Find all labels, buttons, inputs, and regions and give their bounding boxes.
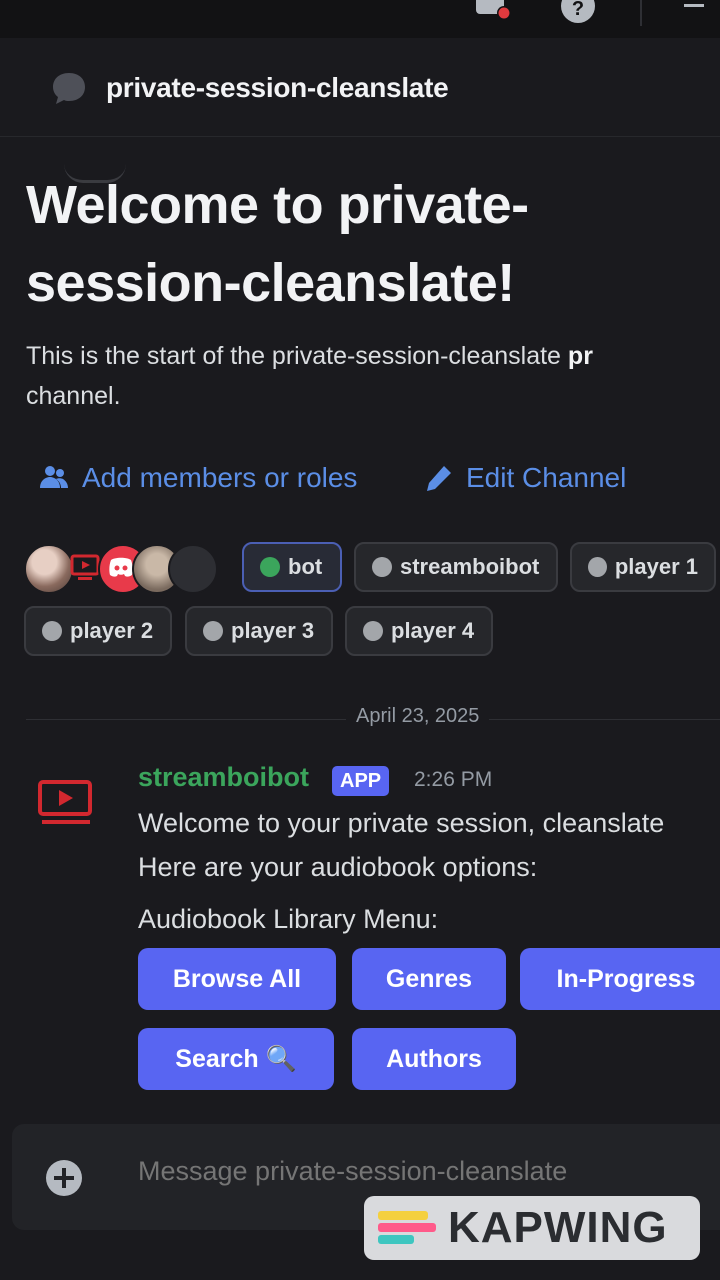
member-tag-streamboibot[interactable]: streamboibot [354,542,558,592]
member-tag-player-4[interactable]: player 4 [345,606,493,656]
edit-channel-button[interactable]: Edit Channel [424,458,626,498]
authors-button[interactable]: Authors [352,1028,516,1090]
browse-all-button[interactable]: Browse All [138,948,336,1010]
edit-channel-label: Edit Channel [466,462,627,493]
top-bar: ? [0,0,720,38]
avatar [24,544,74,594]
minimize-icon[interactable] [684,4,704,7]
desc-bold: pr [567,342,593,370]
message-line: Here are your audiobook options: [138,852,538,882]
status-dot [363,621,383,641]
member-tag-player-3[interactable]: player 3 [185,606,333,656]
member-tag-label: player 4 [391,618,475,643]
bot-avatar-icon[interactable] [36,778,96,828]
pencil-icon [427,466,451,491]
add-members-label: Add members or roles [82,462,358,493]
member-tag-label: player 1 [614,554,698,579]
message-author[interactable]: streamboibot [138,762,309,793]
kapwing-watermark: KAPWING [364,1196,700,1260]
help-icon[interactable]: ? [560,0,596,26]
app-badge: APP [332,766,390,796]
thread-icon [53,73,85,104]
watermark-text: KAPWING [448,1203,668,1252]
status-dot [203,621,223,641]
member-tag-player-1[interactable]: player 1 [570,542,716,592]
desc-text: This is the start of the private-session… [26,342,568,370]
welcome-heading-line1: Welcome to private- [26,175,529,235]
in-progress-button[interactable]: In-Progress [520,948,720,1010]
status-dot [42,621,62,641]
genres-button[interactable]: Genres [352,948,506,1010]
message-line: Welcome to your private session, cleansl… [138,808,665,838]
member-tag-label: streamboibot [400,554,540,579]
members-icon [40,466,68,488]
inbox-icon[interactable] [474,0,510,26]
message-line: Audiobook Library Menu: [138,904,439,934]
status-dot [588,557,607,577]
member-avatars [24,544,224,594]
channel-title: private-session-cleanslate [106,72,449,103]
channel-description: This is the start of the private-session… [26,336,720,416]
date-divider: April 23, 2025 [346,705,490,728]
desc-line2: channel. [26,382,121,410]
toolbar-divider [640,0,642,26]
welcome-heading-line2: session-cleanslate! [26,253,515,313]
status-dot [372,557,392,577]
message-timestamp: 2:26 PM [414,768,493,791]
search-button[interactable]: Search 🔍 [138,1028,334,1090]
message-input[interactable] [138,1156,698,1187]
member-tag-player-2[interactable]: player 2 [24,606,172,656]
add-members-button[interactable]: Add members or roles [38,462,357,494]
kapwing-logo-icon [378,1209,436,1247]
member-tag-label: bot [288,554,323,579]
channel-actions: Add members or roles Edit Channel [38,458,626,498]
member-tag-bot[interactable]: bot [242,542,342,592]
channel-header: private-session-cleanslate [0,38,720,183]
status-dot [260,557,280,577]
add-attachment-icon[interactable] [46,1160,82,1196]
welcome-heading: Welcome to private- session-cleanslate! [26,166,706,322]
member-tag-label: player 3 [231,618,315,643]
avatar [168,544,218,594]
member-tag-label: player 2 [70,618,154,643]
svg-text:?: ? [572,0,584,20]
